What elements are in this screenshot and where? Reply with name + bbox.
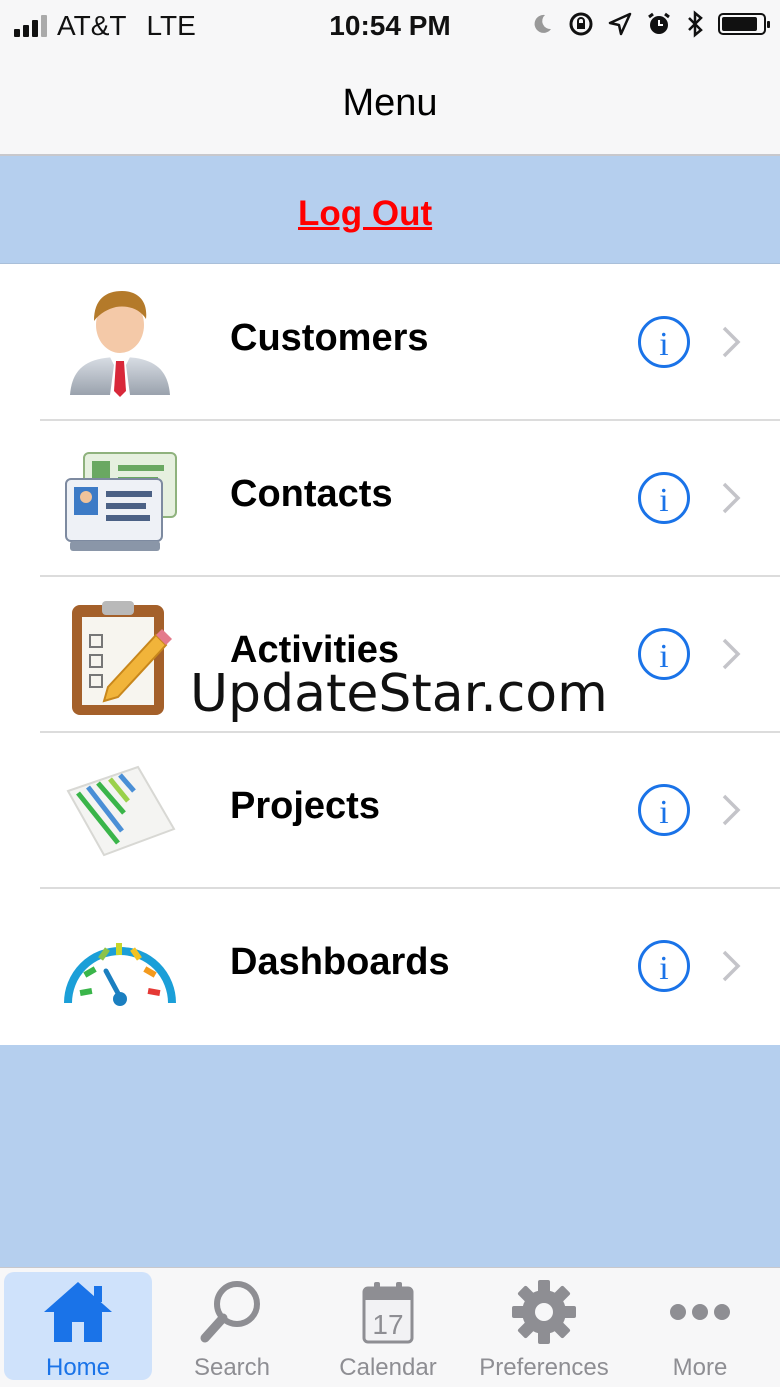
navigation-bar: Menu xyxy=(0,54,780,156)
house-icon xyxy=(44,1282,112,1342)
menu-item-projects[interactable]: Projects i xyxy=(0,733,780,889)
info-icon[interactable]: i xyxy=(637,471,691,525)
empty-area xyxy=(0,1045,780,1267)
chevron-right-icon xyxy=(722,638,741,670)
magnifier-icon xyxy=(200,1281,260,1343)
svg-text:i: i xyxy=(659,326,668,363)
tab-more[interactable]: More xyxy=(626,1272,774,1381)
rotation-lock-icon xyxy=(569,12,593,36)
menu-item-customers[interactable]: Customers i xyxy=(0,265,780,421)
alarm-clock-icon xyxy=(648,12,670,34)
tab-bar: Home Search 17 Calendar Preferences More xyxy=(0,1267,780,1387)
ellipsis-icon xyxy=(670,1304,730,1320)
customer-person-icon xyxy=(70,291,170,397)
gantt-chart-icon xyxy=(66,765,176,857)
svg-text:i: i xyxy=(659,482,668,519)
status-right xyxy=(530,10,770,38)
tab-calendar[interactable]: 17 Calendar xyxy=(314,1272,462,1381)
chevron-right-icon xyxy=(722,950,741,982)
logout-link[interactable]: Log Out xyxy=(298,194,432,234)
watermark-text: UpdateStar.com xyxy=(190,664,608,724)
clipboard-pencil-icon xyxy=(72,601,172,715)
menu-item-label: Projects xyxy=(230,785,380,827)
svg-text:i: i xyxy=(659,638,668,675)
moon-icon xyxy=(534,14,551,33)
menu-item-label: Customers xyxy=(230,317,429,359)
calendar-icon: 17 xyxy=(362,1282,414,1344)
page-title: Menu xyxy=(342,82,438,124)
info-icon[interactable]: i xyxy=(637,627,691,681)
info-icon[interactable]: i xyxy=(637,783,691,837)
tab-search[interactable]: Search xyxy=(158,1272,306,1381)
menu-item-dashboards[interactable]: Dashboards i xyxy=(0,889,780,1045)
chevron-right-icon xyxy=(722,326,741,358)
logout-bar: Log Out xyxy=(0,156,780,264)
gear-icon xyxy=(512,1280,576,1344)
info-icon[interactable]: i xyxy=(637,939,691,993)
svg-text:i: i xyxy=(659,950,668,987)
menu-item-label: Contacts xyxy=(230,473,393,515)
chevron-right-icon xyxy=(722,482,741,514)
tab-label: Home xyxy=(45,1354,111,1381)
battery-icon xyxy=(718,13,770,35)
tab-label: Preferences xyxy=(479,1354,609,1381)
tab-label: Search xyxy=(193,1354,271,1381)
tab-label: More xyxy=(672,1354,728,1381)
location-arrow-icon xyxy=(608,12,632,36)
tab-label: Calendar xyxy=(339,1354,437,1381)
menu-item-label: Dashboards xyxy=(230,941,450,983)
menu-list: Customers i Contacts i Activities i Proj… xyxy=(0,265,780,1045)
bluetooth-icon xyxy=(688,10,703,38)
calendar-date: 17 xyxy=(372,1309,403,1340)
tab-preferences[interactable]: Preferences xyxy=(470,1272,618,1381)
menu-item-contacts[interactable]: Contacts i xyxy=(0,421,780,577)
info-icon[interactable]: i xyxy=(637,315,691,369)
contact-cards-icon xyxy=(65,452,177,551)
tab-home[interactable]: Home xyxy=(4,1272,152,1381)
speedometer-gauge-icon xyxy=(64,943,176,1006)
svg-text:i: i xyxy=(659,794,668,831)
chevron-right-icon xyxy=(722,794,741,826)
status-bar: AT&T LTE 10:54 PM xyxy=(0,0,780,54)
